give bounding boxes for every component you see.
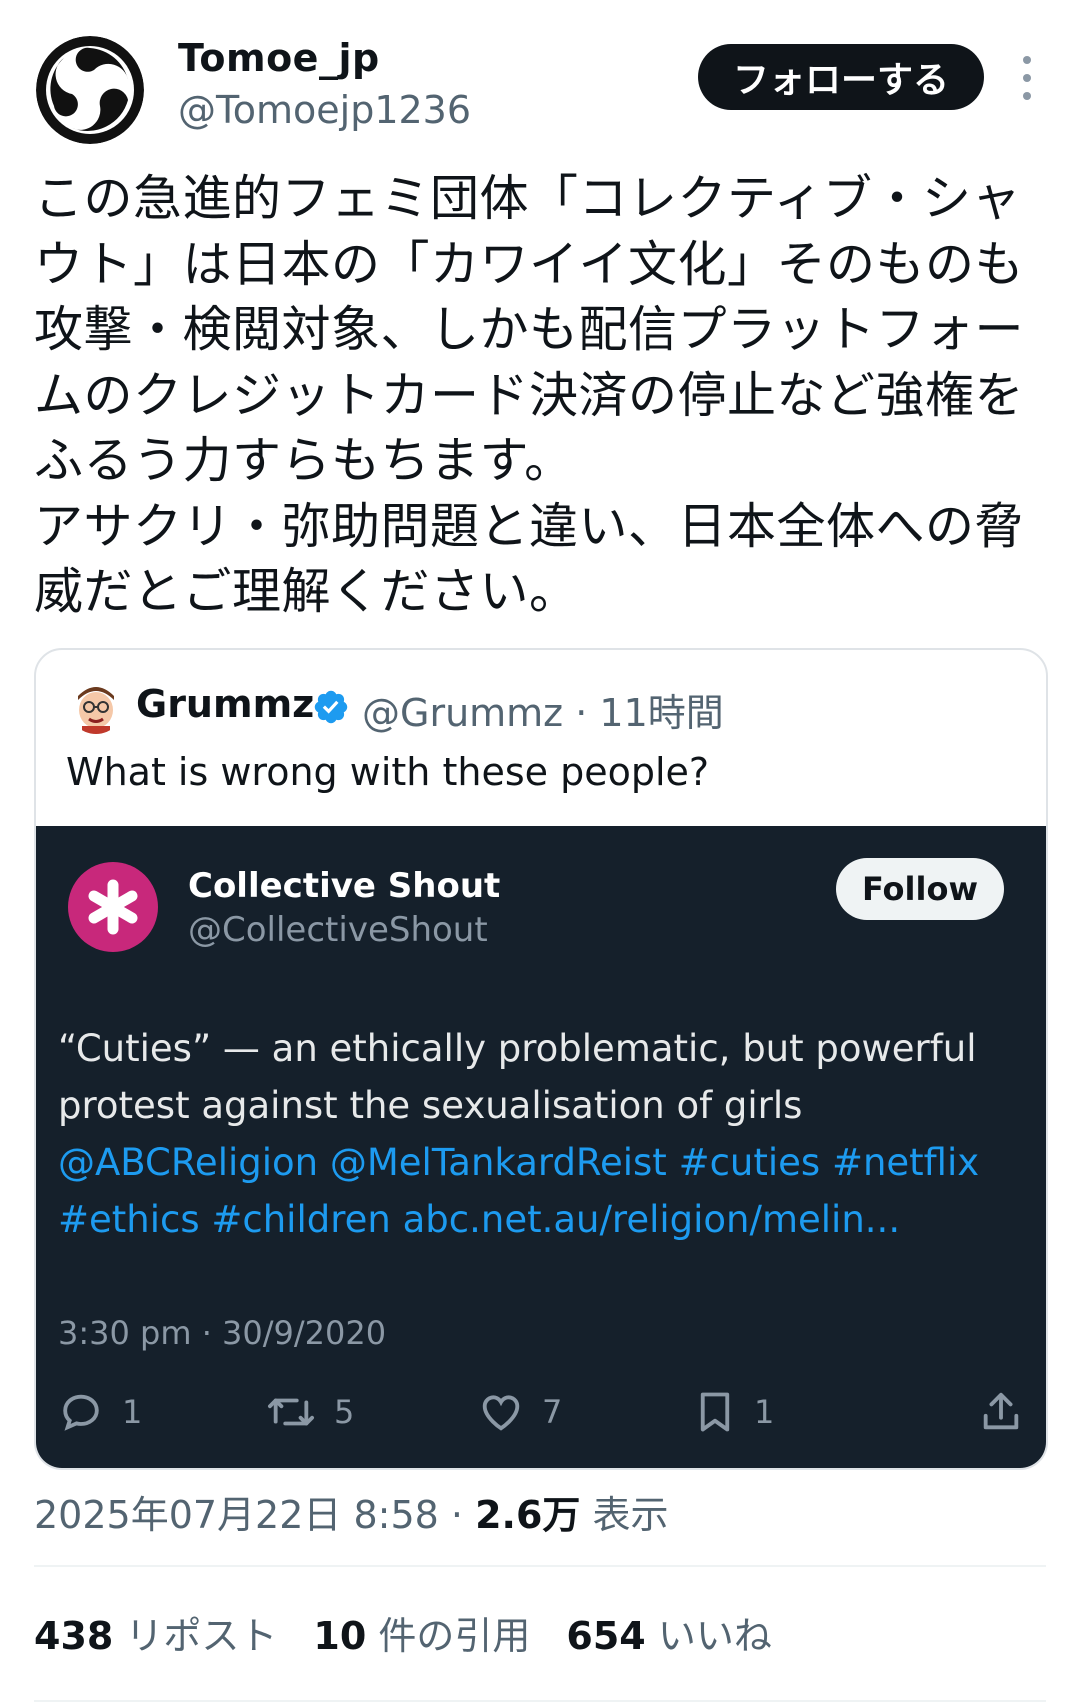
reply-icon bbox=[63, 1394, 99, 1431]
likes-stat[interactable]: 654 いいね bbox=[566, 1605, 771, 1660]
quote-time: · 11時間 bbox=[575, 691, 724, 735]
likes-label: いいね bbox=[645, 1614, 772, 1658]
author-display-name[interactable]: Tomoe_jp bbox=[178, 36, 380, 80]
collective-shout-logo bbox=[68, 862, 158, 952]
quote-handle-time[interactable]: @Grummz · 11時間 bbox=[362, 682, 724, 737]
more-vertical-icon[interactable] bbox=[1012, 56, 1042, 100]
reposts-stat[interactable]: 438 リポスト bbox=[34, 1605, 277, 1660]
quotes-count: 10 bbox=[313, 1614, 367, 1658]
verified-badge-icon bbox=[312, 688, 350, 726]
author-handle[interactable]: @Tomoejp1236 bbox=[178, 88, 471, 132]
reposts-count: 438 bbox=[34, 1614, 114, 1658]
quotes-stat[interactable]: 10 件の引用 bbox=[313, 1605, 530, 1660]
quoted-tweet[interactable]: Grummz @Grummz · 11時間 What is wrong with… bbox=[34, 648, 1048, 1470]
divider bbox=[34, 1565, 1046, 1567]
reposts-label: リポスト bbox=[113, 1614, 278, 1658]
reply-count: 1 bbox=[122, 1393, 143, 1431]
bookmark-action: 1 bbox=[694, 1384, 774, 1440]
tweet-datetime[interactable]: 2025年07月22日 8:58 · bbox=[34, 1493, 475, 1537]
embed-text-links: @ABCReligion @MelTankardReist #cuties #n… bbox=[58, 1141, 980, 1241]
reply-action: 1 bbox=[58, 1384, 142, 1440]
bookmark-count: 1 bbox=[754, 1393, 775, 1431]
likes-count: 654 bbox=[566, 1614, 646, 1658]
divider bbox=[34, 1700, 1046, 1702]
embed-author-name: Collective Shout bbox=[188, 866, 501, 906]
retweet-count: 5 bbox=[334, 1393, 355, 1431]
bookmark-icon bbox=[700, 1392, 730, 1432]
quote-avatar[interactable] bbox=[68, 678, 124, 734]
views-label: 表示 bbox=[580, 1493, 669, 1537]
embed-tweet-text: “Cuties” — an ethically problematic, but… bbox=[58, 1020, 1018, 1248]
views-count: 2.6万 bbox=[475, 1493, 581, 1537]
like-count: 7 bbox=[542, 1393, 563, 1431]
embed-follow-button: Follow bbox=[836, 858, 1004, 920]
embed-action-bar: 1 5 7 1 bbox=[58, 1384, 1024, 1440]
retweet-icon bbox=[267, 1398, 314, 1426]
share-action bbox=[978, 1384, 1024, 1440]
tweet-meta: 2025年07月22日 8:58 · 2.6万 表示 bbox=[34, 1484, 669, 1539]
tomoe-crest-icon bbox=[36, 36, 144, 144]
cartoon-face-icon bbox=[68, 678, 124, 734]
asterisk-icon bbox=[88, 879, 138, 935]
heart-icon bbox=[482, 1395, 520, 1431]
tweet-text: この急進的フェミ団体「コレクティブ・シャウト」は日本の「カワイイ文化」そのものも… bbox=[34, 170, 1025, 620]
quotes-label: 件の引用 bbox=[366, 1614, 531, 1658]
like-action: 7 bbox=[478, 1384, 562, 1440]
avatar[interactable] bbox=[36, 36, 144, 144]
embedded-image[interactable]: Collective Shout @CollectiveShout Follow… bbox=[36, 826, 1046, 1468]
quote-handle[interactable]: @Grummz bbox=[362, 691, 563, 735]
retweet-action: 5 bbox=[266, 1384, 354, 1440]
share-icon bbox=[983, 1392, 1019, 1430]
embed-timestamp: 3:30 pm · 30/9/2020 bbox=[58, 1314, 387, 1352]
follow-button[interactable]: フォローする bbox=[698, 44, 984, 110]
embed-text-plain: “Cuties” — an ethically problematic, but… bbox=[58, 1027, 977, 1127]
quote-author-name[interactable]: Grummz bbox=[136, 682, 314, 726]
embed-author-handle: @CollectiveShout bbox=[188, 910, 488, 950]
quote-text: What is wrong with these people? bbox=[66, 750, 710, 794]
engagement-stats: 438 リポスト 10 件の引用 654 いいね bbox=[34, 1605, 772, 1660]
